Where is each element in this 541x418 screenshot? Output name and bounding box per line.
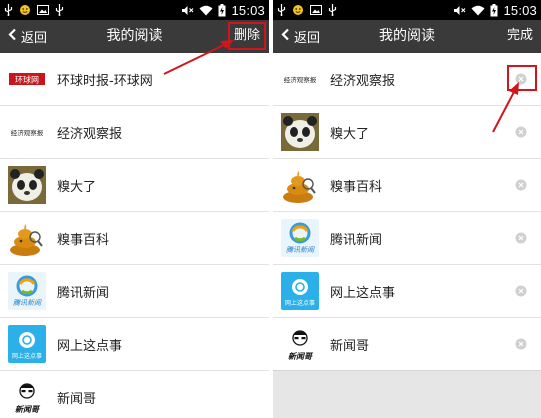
list-item[interactable]: 新闻哥 新闻哥: [273, 318, 541, 371]
wifi-icon: [471, 5, 485, 16]
battery-charging-icon: [218, 3, 226, 17]
subscription-list: 环球网 环球时报-环球网 经济观察报 经济观察报 糗大了 糗事百科 腾讯新闻 腾…: [0, 53, 269, 418]
list-item-label: 网上这点事: [57, 338, 123, 354]
huanqiu-logo-icon: 环球网: [8, 60, 46, 98]
xinwenge-logo-text: 新闻哥: [288, 352, 314, 361]
remove-icon[interactable]: [515, 126, 527, 138]
back-label: 返回: [294, 31, 321, 46]
usb-icon: [4, 4, 13, 16]
status-bar: 15:03: [273, 0, 541, 20]
status-time: 15:03: [503, 2, 537, 18]
list-item-label: 新闻哥: [57, 391, 97, 407]
back-button[interactable]: 返回: [281, 20, 320, 53]
list-item-label: 糗事百科: [57, 232, 110, 248]
list-item-label: 经济观察报: [330, 73, 396, 89]
list-item[interactable]: 腾讯新闻 腾讯新闻: [273, 212, 541, 265]
image-icon: [310, 5, 322, 15]
usb-icon: [328, 4, 337, 16]
list-item-label: 新闻哥: [330, 338, 370, 354]
remove-icon[interactable]: [515, 285, 527, 297]
face-icon: [19, 4, 31, 16]
list-item[interactable]: 糗大了: [0, 159, 269, 212]
title-bar: 返回 我的阅读 完成: [273, 20, 541, 53]
xinwenge-icon: 新闻哥: [281, 325, 319, 363]
list-item[interactable]: 经济观察报 经济观察报: [273, 53, 541, 106]
list-item[interactable]: 糗事百科: [273, 159, 541, 212]
eeo-logo-text: 经济观察报: [11, 128, 44, 137]
list-item[interactable]: 糗事百科: [0, 212, 269, 265]
eeo-logo-icon: 经济观察报: [8, 113, 46, 151]
subscription-list-editing: 经济观察报 经济观察报 糗大了 糗事百科 腾讯新闻 腾讯新闻 网上这点事 网上这…: [273, 53, 541, 371]
back-button[interactable]: 返回: [8, 20, 47, 53]
right-phone-screen: 15:03 返回 我的阅读 完成 经济观察报 经济观察报 糗大了 糗事百科 腾讯…: [273, 0, 541, 418]
list-item[interactable]: 网上这点事 网上这点事: [273, 265, 541, 318]
screenshot-composite: 15:03 返回 我的阅读 删除 环球网 环球时报-环球网 经济观察报 经济观察…: [0, 0, 541, 418]
xinwenge-logo-text: 新闻哥: [15, 405, 41, 414]
list-item-label: 糗大了: [57, 179, 97, 195]
battery-charging-icon: [490, 3, 498, 17]
left-phone-screen: 15:03 返回 我的阅读 删除 环球网 环球时报-环球网 经济观察报 经济观察…: [0, 0, 269, 418]
panda-icon: [8, 166, 46, 204]
list-item-label: 网上这点事: [330, 285, 396, 301]
list-item-label: 环球时报-环球网: [57, 73, 153, 89]
usb-icon: [55, 4, 64, 16]
list-item[interactable]: 糗大了: [273, 106, 541, 159]
list-item-label: 糗事百科: [330, 179, 383, 195]
list-item[interactable]: 腾讯新闻 腾讯新闻: [0, 265, 269, 318]
list-item-label: 腾讯新闻: [330, 232, 383, 248]
xinwenge-icon: 新闻哥: [8, 378, 46, 416]
title-bar: 返回 我的阅读 删除: [0, 20, 269, 53]
delete-button[interactable]: 删除: [227, 22, 267, 50]
list-item[interactable]: 新闻哥 新闻哥: [0, 371, 269, 418]
panda-icon: [281, 113, 319, 151]
usb-icon: [277, 4, 286, 16]
eeo-logo-icon: 经济观察报: [281, 60, 319, 98]
done-button[interactable]: 完成: [505, 25, 535, 47]
eeo-logo-text: 经济观察报: [284, 75, 317, 84]
tencent-news-icon: 腾讯新闻: [8, 272, 46, 310]
poop-mascot-icon: [8, 219, 46, 257]
remove-icon[interactable]: [515, 73, 527, 85]
mute-icon: [453, 5, 466, 16]
remove-icon[interactable]: [515, 338, 527, 350]
list-item-label: 糗大了: [330, 126, 370, 142]
list-item[interactable]: 环球网 环球时报-环球网: [0, 53, 269, 106]
empty-list-area: [273, 371, 541, 418]
status-time: 15:03: [231, 2, 265, 18]
status-bar: 15:03: [0, 0, 269, 20]
poop-mascot-icon: [281, 166, 319, 204]
chevron-left-icon: [281, 28, 290, 45]
back-label: 返回: [21, 31, 48, 46]
list-item-label: 经济观察报: [57, 126, 123, 142]
tencent-news-logo-text: 腾讯新闻: [13, 299, 42, 307]
wangshang-icon: 网上这点事: [8, 325, 46, 363]
remove-icon[interactable]: [515, 179, 527, 191]
wangshang-logo-text: 网上这点事: [12, 352, 42, 360]
wangshang-icon: 网上这点事: [281, 272, 319, 310]
image-icon: [37, 5, 49, 15]
face-icon: [292, 4, 304, 16]
list-item[interactable]: 网上这点事 网上这点事: [0, 318, 269, 371]
mute-icon: [181, 5, 194, 16]
huanqiu-logo-text: 环球网: [15, 75, 39, 85]
list-item[interactable]: 经济观察报 经济观察报: [0, 106, 269, 159]
tencent-news-icon: 腾讯新闻: [281, 219, 319, 257]
chevron-left-icon: [8, 28, 17, 45]
tencent-news-logo-text: 腾讯新闻: [286, 246, 315, 254]
remove-icon[interactable]: [515, 232, 527, 244]
wangshang-logo-text: 网上这点事: [285, 299, 315, 307]
list-item-label: 腾讯新闻: [57, 285, 110, 301]
wifi-icon: [199, 5, 213, 16]
